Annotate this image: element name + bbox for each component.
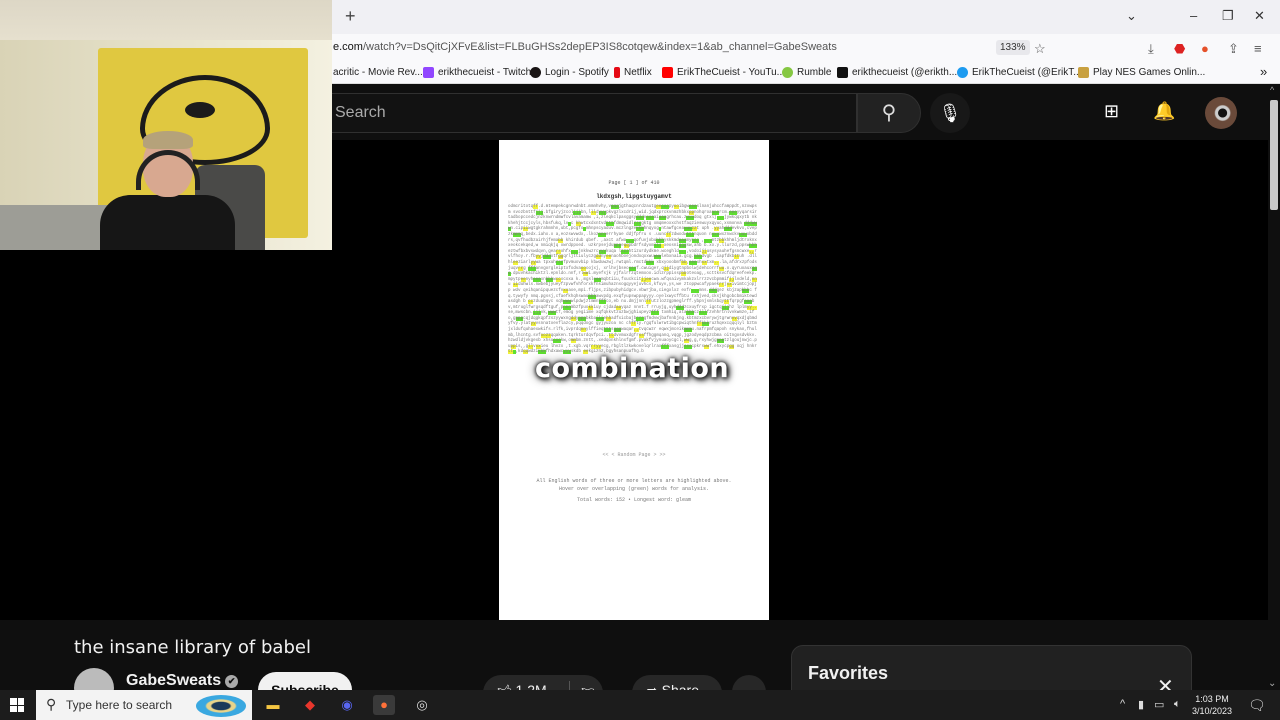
microphone-icon: 🎙: [938, 103, 962, 123]
nes-icon: [1078, 67, 1089, 78]
scrollbar-thumb[interactable]: [1270, 100, 1278, 210]
netflix-icon: [614, 67, 620, 78]
page-title: lkdxgsh,lipgstuygamvt: [596, 193, 672, 200]
bookmark-item[interactable]: erikthecueist - Twitch: [423, 67, 531, 78]
obs-icon[interactable]: ◎: [411, 695, 433, 715]
tray-overflow-icon[interactable]: ^: [1120, 698, 1125, 710]
search-placeholder: Search: [335, 104, 386, 121]
create-video-icon[interactable]: ⊞: [1104, 101, 1119, 122]
network-icon[interactable]: ▭: [1154, 698, 1164, 711]
bookmark-star-icon[interactable]: ☆: [1034, 41, 1046, 57]
clock-time: 1:03 PM: [1195, 694, 1229, 704]
system-clock[interactable]: 1:03 PM 3/10/2023: [1192, 693, 1232, 717]
new-tab-button[interactable]: +: [345, 6, 356, 27]
bookmark-label: Netflix: [624, 67, 652, 78]
verified-icon: ✔: [225, 675, 239, 688]
file-explorer-icon[interactable]: ▬: [262, 695, 284, 715]
taskbar-search-input[interactable]: ⚲ Type here to search: [36, 690, 252, 720]
microphone-tray-icon[interactable]: ▮: [1138, 698, 1144, 711]
discord-icon[interactable]: ◉: [336, 695, 358, 715]
search-button[interactable]: ⚲: [857, 93, 921, 133]
bookmark-item[interactable]: Play NES Games Onlin...: [1078, 67, 1205, 78]
streamer-hair: [143, 131, 193, 149]
bookmark-item[interactable]: erikthecueist (@erikth...: [837, 67, 957, 78]
volume-icon[interactable]: 🔈︎: [1174, 698, 1181, 711]
taskbar-search-placeholder: Type here to search: [66, 698, 173, 712]
bookmark-label: ErikTheCueist - YouTu...: [677, 67, 786, 78]
minimize-button[interactable]: –: [1190, 8, 1197, 23]
bookmark-item[interactable]: Login - Spotify: [530, 67, 609, 78]
duckduckgo-icon[interactable]: ●: [1201, 41, 1209, 56]
ceiling: [0, 0, 332, 45]
extension-icon[interactable]: ⬣: [1174, 41, 1185, 57]
clock-date: 3/10/2023: [1192, 706, 1233, 716]
windows-logo-tile: [17, 705, 24, 712]
video-caption: combination: [535, 353, 730, 384]
share-icon[interactable]: ⇪: [1228, 41, 1239, 57]
url-path: /watch?v=DsQitCjXFvE&list=FLBuGHSs2depEP…: [362, 41, 837, 53]
tab-list-button[interactable]: ⌄: [1126, 8, 1137, 24]
bookmark-label: ErikTheCueist (@ErikT...: [972, 67, 1082, 78]
search-input[interactable]: Search: [320, 93, 857, 133]
chevron-down-icon[interactable]: ⌄: [1268, 678, 1276, 689]
url-host: e.com: [333, 41, 363, 53]
footer-line: Hover over overlapping (green) words for…: [558, 486, 710, 492]
twitch-icon: [423, 67, 434, 78]
user-avatar[interactable]: [1205, 97, 1237, 129]
search-icon: ⚲: [46, 696, 57, 712]
bookmark-label: Play NES Games Onlin...: [1093, 67, 1206, 78]
bookmarks-overflow-button[interactable]: »: [1260, 64, 1267, 79]
page-footer-note: All English words of three or more lette…: [499, 477, 769, 493]
url-text[interactable]: e.com/watch?v=DsQitCjXFvE&list=FLBuGHSs2…: [333, 41, 837, 53]
firefox-icon[interactable]: ●: [373, 695, 395, 715]
page-navigator: Page [ 1 ] of 410: [608, 180, 660, 186]
close-window-button[interactable]: ✕: [1254, 8, 1265, 24]
notifications-bell-icon[interactable]: 🔔: [1153, 101, 1175, 122]
rumble-icon: [782, 67, 793, 78]
download-icon[interactable]: ⤓: [1148, 41, 1154, 57]
bookmark-label: Login - Spotify: [545, 67, 609, 78]
page-scrollbar[interactable]: ^: [1268, 85, 1280, 690]
windows-logo-tile: [10, 705, 17, 712]
webcam-overlay: [0, 0, 332, 250]
channel-name[interactable]: GabeSweats ✔: [126, 672, 239, 690]
tiktok-icon: [837, 67, 848, 78]
scroll-up-arrow-icon[interactable]: ^: [1270, 85, 1274, 95]
notifications-icon[interactable]: 🗨︎: [1248, 697, 1266, 714]
bookmark-item[interactable]: ErikTheCueist (@ErikT...: [957, 67, 1082, 78]
zoom-level[interactable]: 133%: [996, 40, 1030, 55]
windows-logo-tile: [10, 698, 17, 705]
bookmark-item[interactable]: ErikTheCueist - YouTu...: [662, 67, 785, 78]
footer-line: All English words of three or more lette…: [536, 478, 732, 484]
search-highlight-art: [196, 695, 246, 717]
random-text-body: odmcritotqff.d.mtempekcgnrwdnbt.mmnhvhy,…: [508, 205, 757, 355]
bookmark-label: erikthecueist - Twitch: [438, 67, 532, 78]
video-title: the insane library of babel: [74, 637, 311, 658]
streamer-body: [100, 195, 235, 250]
channel-name-text: GabeSweats: [126, 672, 222, 689]
word-stats: Total words: 152 • Longest word: gleam: [576, 497, 692, 503]
search-icon: ⚲: [881, 102, 897, 124]
start-button[interactable]: [10, 698, 24, 712]
voice-search-button[interactable]: 🎙: [930, 93, 970, 133]
bookmark-item[interactable]: Rumble: [782, 67, 831, 78]
bookmark-label: erikthecueist (@erikth...: [852, 67, 958, 78]
bookmark-item[interactable]: acritic - Movie Rev...: [333, 67, 423, 78]
random-page-link: << < Random Page > >>: [602, 452, 666, 458]
twitter-icon: [957, 67, 968, 78]
windows-logo-tile: [17, 698, 24, 705]
bookmark-label: Rumble: [797, 67, 832, 78]
red-app-icon[interactable]: ◆: [299, 695, 321, 715]
favorites-title: Favorites: [808, 663, 889, 683]
screen: + ⌄ – ❐ ✕ e.com/watch?v=DsQitCjXFvE&list…: [0, 0, 1280, 720]
bookmark-label: acritic - Movie Rev...: [333, 67, 423, 78]
spotify-icon: [530, 67, 541, 78]
bookmark-item[interactable]: Netflix: [614, 67, 652, 78]
windows-taskbar: ⚲ Type here to search ▬ ◆ ◉ ● ◎ ^ ▮ ▭ 🔈︎…: [0, 690, 1280, 720]
menu-icon[interactable]: ≡: [1254, 41, 1262, 56]
restore-button[interactable]: ❐: [1222, 8, 1234, 24]
youtube-icon: [662, 67, 673, 78]
